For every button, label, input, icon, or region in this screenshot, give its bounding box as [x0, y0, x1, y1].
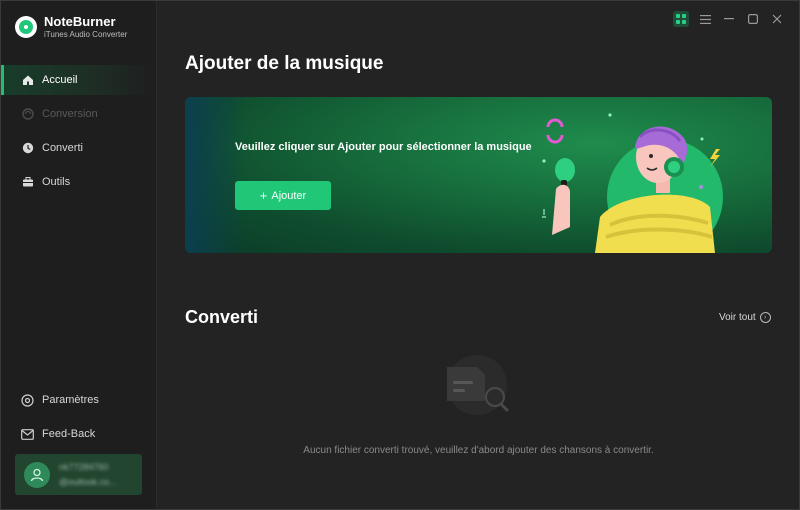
account-id: nk77284760: [59, 462, 109, 473]
user-icon: [30, 468, 44, 481]
sidebar-item-converti[interactable]: Converti: [1, 133, 156, 163]
menu-icon[interactable]: [697, 11, 713, 27]
empty-state-message: Aucun fichier converti trouvé, veuillez …: [303, 445, 654, 456]
titlebar-controls: [665, 11, 785, 27]
sidebar-item-label: Outils: [42, 176, 71, 188]
sidebar-bottom: Paramètres Feed-Back: [1, 385, 156, 453]
page-title: Ajouter de la musique: [185, 53, 384, 74]
sidebar-item-label: Converti: [42, 142, 83, 154]
settings-icon: [21, 393, 34, 407]
sidebar-item-label: Paramètres: [42, 394, 99, 406]
sidebar-item-conversion[interactable]: Conversion: [1, 99, 156, 129]
add-music-banner: Veuillez cliquer sur Ajouter pour sélect…: [185, 97, 772, 253]
sidebar-item-label: Conversion: [42, 108, 98, 120]
app-name: NoteBurner: [44, 14, 116, 29]
conversion-icon: [21, 108, 34, 121]
see-all-link[interactable]: Voir tout ›: [719, 312, 771, 323]
converted-section-title: Converti: [185, 307, 259, 327]
sidebar-item-outils[interactable]: Outils: [1, 167, 156, 197]
toolbox-icon: [21, 176, 34, 189]
app-window: NoteBurner iTunes Audio Converter Accuei…: [0, 0, 800, 510]
sidebar-item-label: Feed-Back: [42, 428, 96, 440]
apps-grid-icon[interactable]: [673, 11, 689, 27]
music-listener-illustration: [542, 113, 723, 253]
banner-message: Veuillez cliquer sur Ajouter pour sélect…: [235, 141, 532, 153]
minimize-icon[interactable]: [721, 11, 737, 27]
app-subtitle: iTunes Audio Converter: [44, 30, 128, 39]
app-logo: NoteBurner iTunes Audio Converter: [15, 15, 127, 39]
close-icon[interactable]: [769, 11, 785, 27]
avatar: [24, 461, 50, 488]
logo-icon: [15, 16, 37, 38]
chevron-right-icon: ›: [759, 312, 771, 323]
mail-icon: [21, 428, 34, 441]
maximize-icon[interactable]: [745, 11, 761, 27]
sidebar-item-label: Accueil: [42, 74, 78, 86]
account-email: @outlook.co...: [59, 476, 117, 487]
sidebar-nav: Accueil Conversion Converti Outils: [1, 65, 156, 201]
add-button-label: Ajouter: [271, 189, 307, 202]
add-button[interactable]: + Ajouter: [235, 181, 331, 210]
clock-icon: [21, 142, 34, 155]
see-all-label: Voir tout: [719, 312, 756, 323]
sidebar-item-parametres[interactable]: Paramètres: [1, 385, 156, 415]
sidebar-item-accueil[interactable]: Accueil: [1, 65, 156, 95]
home-icon: [21, 74, 34, 87]
sidebar: NoteBurner iTunes Audio Converter Accuei…: [1, 1, 157, 509]
empty-folder-search-icon: [447, 355, 509, 415]
account-card[interactable]: nk77284760 @outlook.co...: [15, 454, 142, 495]
plus-icon: +: [259, 188, 268, 203]
sidebar-item-feedback[interactable]: Feed-Back: [1, 419, 156, 449]
